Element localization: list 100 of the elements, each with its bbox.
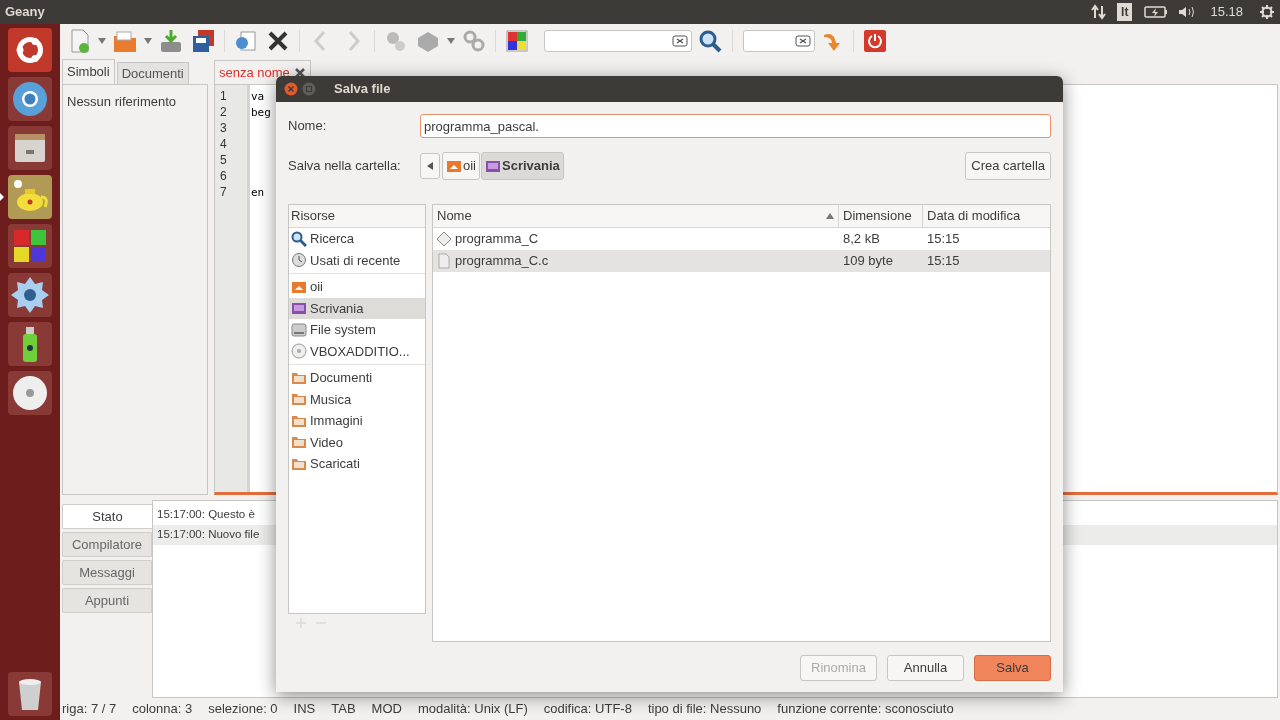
code-text: en xyxy=(251,186,265,199)
file-cabinet-icon[interactable] xyxy=(8,126,52,170)
column-header[interactable]: Dimensione xyxy=(839,205,923,227)
place-item[interactable]: Scrivania xyxy=(289,297,425,319)
place-item[interactable]: Documenti xyxy=(289,367,425,389)
teapot-icon[interactable] xyxy=(8,175,52,219)
status-item: INS xyxy=(293,700,316,719)
message-tab[interactable]: Stato xyxy=(62,504,152,529)
file-row[interactable]: programma_C.c 109 byte 15:15 xyxy=(433,250,1050,272)
file-name: programma_C xyxy=(455,230,539,249)
volume-icon[interactable] xyxy=(1178,5,1197,19)
sort-arrow-icon xyxy=(826,213,834,219)
network-icon[interactable] xyxy=(1091,4,1108,20)
dialog-button[interactable]: Annulla xyxy=(887,655,964,681)
message-tab[interactable]: Compilatore xyxy=(62,532,152,557)
file-date: 15:15 xyxy=(927,231,960,247)
app-title: Geany xyxy=(5,3,45,22)
file-name-field[interactable]: programma_pascal. xyxy=(420,114,1051,138)
search-icon[interactable] xyxy=(698,29,722,53)
place-item[interactable]: File system xyxy=(289,319,425,341)
place-item[interactable]: VBOXADDITIO... xyxy=(289,340,425,362)
running-indicator-icon xyxy=(0,193,4,201)
code-text: va xyxy=(251,90,265,103)
place-item[interactable]: Usati di recente xyxy=(289,249,425,271)
dialog-title: Salva file xyxy=(334,80,391,99)
dropdown-caret-icon[interactable] xyxy=(98,38,106,44)
file-size: 109 byte xyxy=(843,253,893,269)
search-field[interactable] xyxy=(544,30,692,52)
ubuntu-logo-icon[interactable] xyxy=(8,28,52,72)
drive-icon xyxy=(291,321,307,338)
clear-icon[interactable] xyxy=(795,34,811,48)
place-item[interactable]: Ricerca xyxy=(289,228,425,250)
line-number: 6 xyxy=(220,169,227,183)
file-date: 15:15 xyxy=(927,253,960,269)
path-scroll-button[interactable] xyxy=(420,153,440,179)
search-icon xyxy=(291,230,307,247)
line-number-field[interactable] xyxy=(743,30,815,52)
clock-icon xyxy=(291,252,307,269)
message-tab[interactable]: Messaggi xyxy=(62,560,152,585)
document-icon xyxy=(436,253,452,269)
color-squares-icon[interactable] xyxy=(8,224,52,268)
battery-icon[interactable] xyxy=(1144,5,1169,19)
create-folder-button[interactable]: Crea cartella xyxy=(965,152,1051,180)
place-item[interactable]: Immagini xyxy=(289,410,425,432)
path-button[interactable]: oii xyxy=(442,152,480,180)
desktop-folder-icon xyxy=(291,300,307,317)
line-number: 3 xyxy=(220,121,227,135)
clock[interactable]: 15.18 xyxy=(1210,2,1243,22)
browser-icon[interactable] xyxy=(8,77,52,121)
folder-label: Salva nella cartella: xyxy=(288,157,402,176)
home-folder-icon xyxy=(446,158,462,174)
status-item: riga: 7 / 7 xyxy=(62,700,117,719)
place-item[interactable]: Video xyxy=(289,431,425,453)
status-item: funzione corrente: sconosciuto xyxy=(777,700,954,719)
code-text: beg xyxy=(251,106,271,119)
name-label: Nome: xyxy=(288,117,328,136)
save-icon[interactable] xyxy=(158,28,184,54)
folder-icon xyxy=(291,434,307,451)
folder-icon xyxy=(291,391,307,408)
status-item: codifica: UTF-8 xyxy=(543,700,632,719)
clear-icon[interactable] xyxy=(672,34,688,48)
column-header[interactable]: Data di modifica xyxy=(923,205,1050,227)
trash-icon[interactable] xyxy=(8,672,52,716)
log-line: 15:17:00: Questo è xyxy=(157,507,255,523)
desktop-folder-icon xyxy=(485,158,501,174)
place-item[interactable]: Musica xyxy=(289,388,425,410)
diamond-icon xyxy=(436,231,452,247)
column-header[interactable]: Nome xyxy=(433,205,839,227)
line-number: 4 xyxy=(220,137,227,151)
dropdown-caret-icon[interactable] xyxy=(144,38,152,44)
dropdown-caret-icon[interactable] xyxy=(447,38,455,44)
place-item[interactable]: Scaricati xyxy=(289,453,425,475)
empty-symbols-text: Nessun riferimento xyxy=(67,94,177,109)
line-number: 5 xyxy=(220,153,227,167)
places-header[interactable]: Risorse xyxy=(289,205,425,228)
file-size: 8,2 kB xyxy=(843,231,880,247)
file-name: programma_C.c xyxy=(455,252,549,271)
spray-bottle-icon[interactable] xyxy=(8,322,52,366)
status-item: TAB xyxy=(331,700,356,719)
gear-icon[interactable] xyxy=(8,273,52,317)
line-number: 2 xyxy=(220,105,227,119)
status-item: MOD xyxy=(371,700,402,719)
sidebar-tab[interactable]: Documenti xyxy=(116,62,189,84)
status-item: modalità: Unix (LF) xyxy=(417,700,528,719)
keyboard-layout-indicator[interactable]: It xyxy=(1117,3,1133,21)
path-button[interactable]: Scrivania xyxy=(481,152,564,180)
line-number: 1 xyxy=(220,89,227,103)
save-all-icon[interactable] xyxy=(190,28,216,54)
place-item[interactable]: oii xyxy=(289,276,425,298)
dialog-button[interactable]: Salva xyxy=(974,655,1051,681)
sidebar-tab[interactable]: Simboli xyxy=(62,59,115,84)
message-tab[interactable]: Appunti xyxy=(62,588,152,613)
color-chooser-icon[interactable] xyxy=(504,28,530,54)
close-icon[interactable] xyxy=(293,66,306,79)
left-arrow-icon xyxy=(427,162,433,170)
line-number: 7 xyxy=(220,185,227,199)
disc-icon xyxy=(291,343,307,360)
open-folder-icon[interactable] xyxy=(112,28,138,54)
status-item: selezione: 0 xyxy=(208,700,278,719)
status-item: colonna: 3 xyxy=(132,700,193,719)
